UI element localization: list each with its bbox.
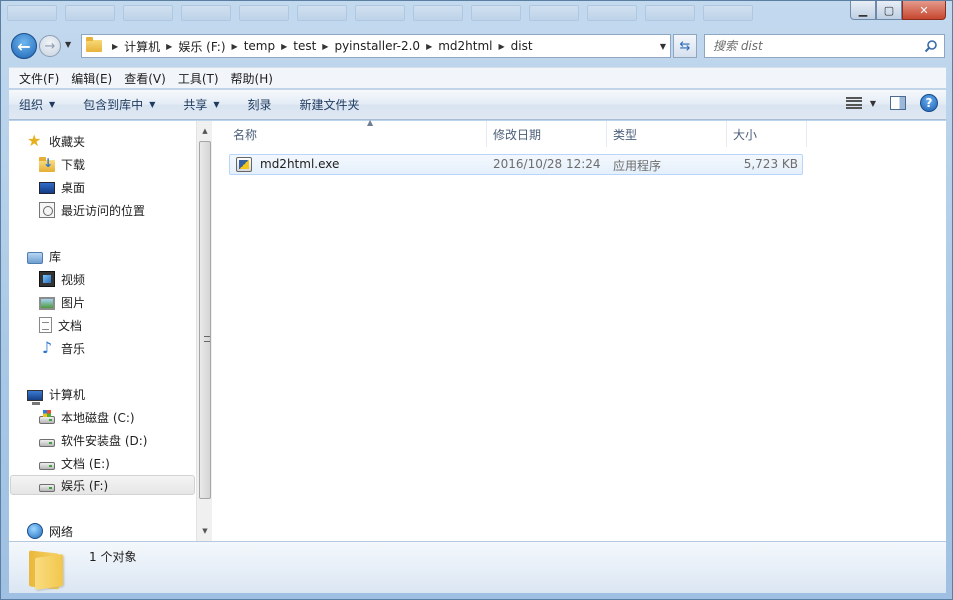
nav-recent-places[interactable]: 最近访问的位置 (39, 200, 145, 220)
window-controls: ▁ ▢ ✕ (850, 1, 946, 20)
nav-network[interactable]: 网络 (27, 521, 73, 541)
drive-icon (39, 462, 55, 470)
pictures-icon (39, 296, 55, 310)
libraries-icon (27, 251, 43, 264)
column-header-name[interactable]: 名称 ▲ (227, 118, 487, 147)
file-name: md2html.exe (260, 157, 340, 171)
menu-bar: 文件(F) 编辑(E) 查看(V) 工具(T) 帮助(H) (9, 67, 946, 88)
recent-places-icon (39, 202, 55, 218)
nav-documents[interactable]: 文档 (39, 315, 82, 335)
drive-icon (39, 484, 55, 492)
drive-icon (39, 439, 55, 447)
search-icon[interactable] (924, 39, 938, 53)
item-count: 1 个对象 (89, 550, 137, 564)
menu-edit[interactable]: 编辑(E) (65, 70, 118, 87)
breadcrumb-item[interactable]: ▶ temp (226, 39, 276, 53)
change-view-button[interactable]: ▼ (845, 97, 876, 109)
scroll-down-arrow[interactable]: ▼ (197, 523, 213, 539)
nav-drive-c[interactable]: 本地磁盘 (C:) (39, 407, 135, 427)
burn-button[interactable]: 刻录 (248, 96, 272, 113)
scroll-thumb[interactable] (199, 141, 211, 499)
breadcrumb-item[interactable]: ▶ pyinstaller-2.0 (316, 39, 420, 53)
nav-scrollbar[interactable]: ▲ ▼ (196, 121, 212, 541)
menu-help[interactable]: 帮助(H) (225, 70, 279, 87)
nav-drive-f[interactable]: 娱乐 (F:) (10, 475, 195, 495)
menu-view[interactable]: 查看(V) (118, 70, 172, 87)
maximize-button[interactable]: ▢ (876, 1, 902, 20)
file-modified: 2016/10/28 12:24 (493, 157, 601, 171)
background-taskbar-ghost (7, 5, 753, 25)
file-size: 5,723 KB (743, 157, 798, 171)
breadcrumb-item[interactable]: ▶ 娱乐 (F:) (160, 38, 225, 55)
file-type: 应用程序 (613, 159, 662, 173)
include-in-library-button[interactable]: 包含到库中 ▼ (83, 96, 155, 113)
system-drive-icon (39, 410, 55, 424)
main-area: ★收藏夹 下载 桌面 最近访问的位置 库 视频 图片 文档 (9, 118, 946, 541)
nav-videos[interactable]: 视频 (39, 269, 85, 289)
close-button[interactable]: ✕ (902, 1, 946, 20)
address-bar[interactable]: ▶ 计算机 ▶ 娱乐 (F:) ▶ temp ▶ test ▶ pyinstaller-2… (81, 34, 671, 58)
refresh-button[interactable]: ⇆ (673, 34, 697, 58)
file-list-pane: 名称 ▲ 修改日期 类型 大小 md2html.exe 2016/10/28 12… (213, 118, 946, 541)
preview-pane-icon[interactable] (890, 96, 906, 110)
new-folder-button[interactable]: 新建文件夹 (300, 96, 360, 113)
nav-music[interactable]: ♪ 音乐 (39, 338, 85, 358)
column-header-type[interactable]: 类型 (607, 121, 727, 147)
star-icon: ★ (27, 131, 42, 150)
music-icon: ♪ (41, 338, 53, 357)
breadcrumb-item[interactable]: ▶ md2html (420, 39, 492, 53)
scroll-up-arrow[interactable]: ▲ (197, 123, 213, 139)
chevron-down-icon: ▼ (149, 100, 156, 109)
sort-ascending-icon: ▲ (367, 118, 374, 127)
address-history-dropdown[interactable]: ▼ (660, 42, 666, 51)
forward-button[interactable]: → (39, 35, 61, 57)
nav-drive-d[interactable]: 软件安装盘 (D:) (39, 430, 147, 450)
column-headers: 名称 ▲ 修改日期 类型 大小 (213, 118, 946, 147)
chevron-down-icon: ▼ (869, 98, 876, 108)
video-icon (39, 271, 55, 287)
breadcrumb-item[interactable]: ▶ test (275, 39, 316, 53)
nav-libraries[interactable]: 库 (27, 246, 61, 266)
chevron-down-icon: ▼ (213, 100, 220, 109)
nav-downloads[interactable]: 下载 (39, 154, 85, 174)
downloads-folder-icon (39, 156, 55, 172)
file-row[interactable]: md2html.exe 2016/10/28 12:24 应用程序 5,723 … (229, 154, 803, 175)
folder-icon (86, 37, 102, 52)
organize-button[interactable]: 组织 ▼ (19, 96, 55, 113)
nav-pictures[interactable]: 图片 (39, 292, 85, 312)
nav-drive-e[interactable]: 文档 (E:) (39, 453, 110, 473)
computer-icon (27, 389, 43, 405)
share-button[interactable]: 共享 ▼ (183, 96, 219, 113)
breadcrumb-item[interactable]: ▶ dist (493, 39, 533, 53)
navigation-pane: ★收藏夹 下载 桌面 最近访问的位置 库 视频 图片 文档 (9, 121, 212, 541)
folder-icon (29, 548, 63, 590)
chevron-down-icon: ▼ (49, 100, 56, 109)
search-box[interactable] (704, 34, 945, 58)
menu-tools[interactable]: 工具(T) (172, 70, 225, 87)
nav-computer[interactable]: 计算机 (27, 384, 85, 405)
explorer-window: ▁ ▢ ✕ ← → ▼ ▶ 计算机 ▶ 娱乐 (F:) ▶ temp ▶ test ▶ p… (0, 0, 953, 600)
view-controls: ▼ ? (845, 94, 938, 112)
command-bar: 组织 ▼ 包含到库中 ▼ 共享 ▼ 刻录 新建文件夹 ▼ ? (9, 89, 946, 120)
nav-favorites[interactable]: ★ 收藏夹 (27, 131, 85, 151)
search-input[interactable] (713, 39, 913, 53)
recent-pages-dropdown[interactable]: ▼ (65, 40, 71, 49)
column-header-modified[interactable]: 修改日期 (487, 121, 607, 147)
title-bar: ▁ ▢ ✕ (1, 1, 952, 31)
menu-file[interactable]: 文件(F) (13, 70, 65, 87)
network-icon (27, 523, 43, 539)
details-pane: 1 个对象 (9, 541, 946, 593)
help-icon[interactable]: ? (920, 94, 938, 112)
details-view-icon (845, 97, 862, 109)
desktop-icon (39, 182, 55, 194)
back-button[interactable]: ← (11, 33, 37, 59)
address-row: ← → ▼ ▶ 计算机 ▶ 娱乐 (F:) ▶ temp ▶ test ▶ pyinsta… (9, 32, 946, 60)
minimize-button[interactable]: ▁ (850, 1, 876, 20)
column-header-size[interactable]: 大小 (727, 121, 807, 147)
nav-desktop[interactable]: 桌面 (39, 177, 85, 197)
breadcrumb-item[interactable]: ▶ 计算机 (106, 38, 160, 55)
executable-icon (236, 157, 252, 172)
documents-icon (39, 317, 52, 333)
